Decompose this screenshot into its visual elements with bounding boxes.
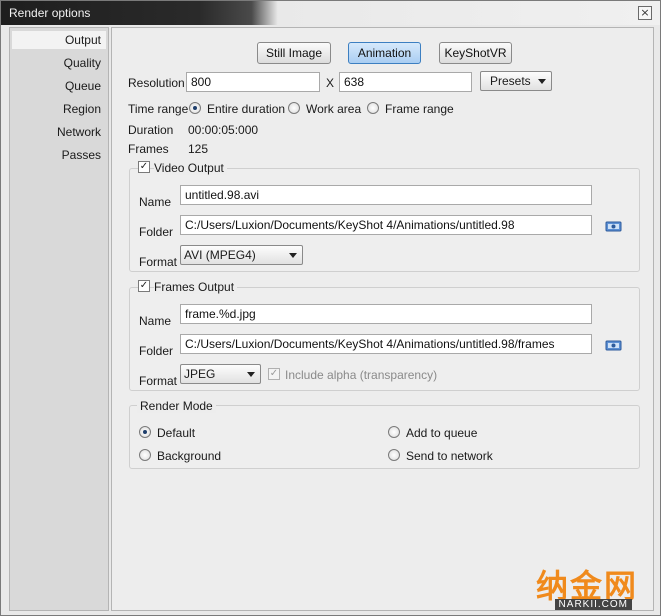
chevron-down-icon (538, 79, 546, 84)
add-to-queue-label[interactable]: Add to queue (406, 426, 477, 440)
sidebar-item-queue[interactable]: Queue (12, 77, 106, 95)
sidebar: Output Quality Queue Region Network Pass… (9, 27, 109, 611)
render-mode-group: Default Background Add to queue Send to … (129, 405, 640, 469)
render-options-window: Render options × Output Quality Queue Re… (0, 0, 661, 616)
duration-value: 00:00:05:000 (188, 123, 259, 137)
title-bar[interactable]: Render options × (1, 1, 660, 25)
duration-label: Duration (128, 123, 174, 137)
presets-label: Presets (490, 74, 531, 88)
frames-name-label: Name (139, 314, 172, 328)
output-panel: Still Image Animation KeyShotVR Resoluti… (111, 27, 654, 611)
entire-duration-radio[interactable] (189, 102, 201, 114)
frames-folder-label: Folder (139, 344, 174, 358)
frames-output-group: Name frame.%d.jpg Folder C:/Users/Luxion… (129, 287, 640, 391)
default-mode-radio[interactable] (139, 426, 151, 438)
chevron-down-icon (247, 372, 255, 377)
video-folder-input[interactable]: C:/Users/Luxion/Documents/KeyShot 4/Anim… (180, 215, 592, 235)
video-format-value: AVI (MPEG4) (184, 248, 256, 262)
sidebar-item-region[interactable]: Region (12, 100, 106, 118)
render-mode-title: Render Mode (137, 399, 216, 413)
background-mode-radio[interactable] (139, 449, 151, 461)
frame-range-label[interactable]: Frame range (385, 102, 454, 116)
watermark-logo: 纳金网 NARKII.COM (522, 561, 642, 611)
folder-browse-icon[interactable] (605, 339, 622, 351)
resolution-label: Resolution (128, 76, 185, 90)
video-output-checkbox[interactable]: ✓ (138, 161, 150, 173)
video-format-label: Format (139, 255, 178, 269)
animation-button[interactable]: Animation (348, 42, 421, 64)
chevron-down-icon (289, 253, 297, 258)
video-name-input[interactable]: untitled.98.avi (180, 185, 592, 205)
work-area-label[interactable]: Work area (306, 102, 361, 116)
frames-format-value: JPEG (184, 367, 216, 381)
still-image-button[interactable]: Still Image (257, 42, 331, 64)
video-name-label: Name (139, 195, 172, 209)
resolution-width-input[interactable]: 800 (186, 72, 320, 92)
work-area-radio[interactable] (288, 102, 300, 114)
keyshotvr-button[interactable]: KeyShotVR (439, 42, 512, 64)
frames-output-label[interactable]: Frames Output (154, 280, 238, 294)
add-to-queue-radio[interactable] (388, 426, 400, 438)
close-icon[interactable]: × (638, 6, 652, 20)
video-format-dropdown[interactable]: AVI (MPEG4) (180, 245, 303, 265)
frames-value: 125 (188, 142, 209, 156)
include-alpha-label[interactable]: Include alpha (transparency) (285, 368, 437, 382)
resolution-x-label: X (326, 76, 335, 90)
video-folder-label: Folder (139, 225, 174, 239)
sidebar-item-network[interactable]: Network (12, 123, 106, 141)
send-to-network-label[interactable]: Send to network (406, 449, 493, 463)
frame-range-radio[interactable] (367, 102, 379, 114)
sidebar-item-quality[interactable]: Quality (12, 54, 106, 72)
watermark-en: NARKII.COM (554, 599, 632, 610)
frames-label: Frames (128, 142, 169, 156)
sidebar-item-passes[interactable]: Passes (12, 146, 106, 164)
resolution-height-input[interactable]: 638 (339, 72, 472, 92)
video-output-label[interactable]: Video Output (154, 161, 227, 175)
include-alpha-checkbox[interactable]: ✓ (268, 368, 280, 380)
send-to-network-radio[interactable] (388, 449, 400, 461)
frames-folder-input[interactable]: C:/Users/Luxion/Documents/KeyShot 4/Anim… (180, 334, 592, 354)
folder-browse-icon[interactable] (605, 220, 622, 232)
presets-dropdown[interactable]: Presets (480, 71, 552, 91)
frames-format-dropdown[interactable]: JPEG (180, 364, 261, 384)
sidebar-item-output[interactable]: Output (12, 31, 106, 49)
frames-output-checkbox[interactable]: ✓ (138, 280, 150, 292)
frames-name-input[interactable]: frame.%d.jpg (180, 304, 592, 324)
background-mode-label[interactable]: Background (157, 449, 221, 463)
entire-duration-label[interactable]: Entire duration (207, 102, 285, 116)
default-mode-label[interactable]: Default (157, 426, 195, 440)
window-title: Render options (9, 6, 91, 20)
time-range-label: Time range (128, 102, 189, 116)
video-output-group: Name untitled.98.avi Folder C:/Users/Lux… (129, 168, 640, 272)
frames-format-label: Format (139, 374, 178, 388)
